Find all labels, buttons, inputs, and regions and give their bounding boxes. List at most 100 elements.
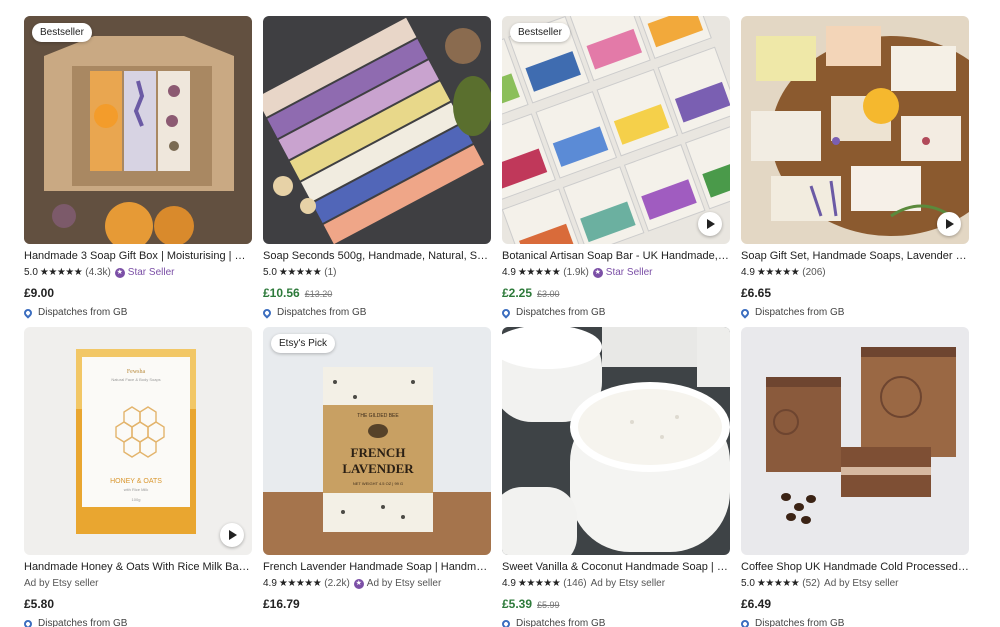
listing-image[interactable]: THE GILDED BEE FRENCH LAVENDER NET WEIGH…	[263, 327, 491, 555]
soap-label-weight: NET WEIGHT 4.5 OZ | 99 G	[353, 481, 403, 486]
star-rating-icon: ★★★★★	[756, 267, 800, 278]
listing-title[interactable]: French Lavender Handmade Soap | Handmad.…	[263, 560, 491, 574]
star-seller-label: Star Seller	[127, 267, 175, 278]
dispatch-info: Dispatches from GB	[500, 306, 730, 319]
listing-card[interactable]: Fewsha Natural Face & Body Soaps HONEY &…	[22, 327, 252, 627]
dispatch-info: Dispatches from GB	[261, 306, 491, 319]
listing-image[interactable]: Fewsha Natural Face & Body Soaps HONEY &…	[24, 327, 252, 555]
rating-value: 4.9	[263, 578, 277, 589]
listing-rating-row: 4.9 ★★★★★ (146) Ad by Etsy seller	[502, 577, 730, 590]
price-row: £5.80	[24, 597, 252, 611]
star-rating-icon: ★★★★★	[278, 267, 322, 278]
star-seller-icon: ★	[353, 578, 364, 589]
price: £9.00	[24, 286, 55, 300]
listing-title[interactable]: Coffee Shop UK Handmade Cold Processed S…	[741, 560, 969, 574]
listing-rating-row: 4.9 ★★★★★ (206)	[741, 266, 969, 279]
review-count: (2.2k)	[324, 578, 350, 589]
listing-card[interactable]: Coffee Shop UK Handmade Cold Processed S…	[739, 327, 969, 627]
location-pin-icon	[261, 306, 273, 319]
original-price: £3.00	[537, 289, 560, 299]
bestseller-badge: Bestseller	[32, 23, 92, 42]
price: £6.65	[741, 286, 772, 300]
listing-image[interactable]	[741, 327, 969, 555]
price: £6.49	[741, 597, 772, 611]
star-seller-badge: ★ Star Seller	[592, 266, 653, 279]
soap-label-name-2: LAVENDER	[342, 461, 414, 476]
review-count: (1)	[324, 267, 337, 278]
review-count: (146)	[563, 578, 587, 589]
dispatch-info: Dispatches from GB	[22, 617, 252, 627]
price: £16.79	[263, 597, 300, 611]
dispatch-info: Dispatches from GB	[739, 617, 969, 627]
location-pin-icon	[500, 306, 512, 319]
ad-label: Ad by Etsy seller	[366, 578, 442, 589]
listing-image[interactable]: Bestseller	[502, 16, 730, 244]
listing-title[interactable]: Botanical Artisan Soap Bar - UK Handmade…	[502, 249, 730, 263]
play-video-icon[interactable]	[698, 212, 722, 236]
listing-image[interactable]	[263, 16, 491, 244]
listing-image[interactable]	[741, 16, 969, 244]
listing-card[interactable]: Soap Gift Set, Handmade Soaps, Lavender …	[739, 16, 969, 319]
rating-value: 5.0	[741, 578, 755, 589]
dispatch-info: Dispatches from GB	[22, 306, 252, 319]
soap-label-name-1: FRENCH	[351, 445, 406, 460]
listing-title[interactable]: Soap Gift Set, Handmade Soaps, Lavender …	[741, 249, 969, 263]
price-row: £5.39 £5.99	[502, 597, 730, 611]
sale-price: £10.56	[263, 286, 300, 300]
location-pin-icon	[739, 306, 751, 319]
soap-label-brand: THE GILDED BEE	[357, 413, 399, 419]
ad-badge: ★ Ad by Etsy seller	[353, 577, 442, 590]
location-pin-icon	[22, 306, 34, 319]
rating-value: 5.0	[263, 267, 277, 278]
star-rating-icon: ★★★★★	[756, 578, 800, 589]
listing-rating-row: 5.0 ★★★★★ (4.3k) ★ Star Seller	[24, 266, 252, 279]
ad-row: Ad by Etsy seller	[24, 577, 252, 590]
review-count: (1.9k)	[563, 267, 589, 278]
listing-card[interactable]: Soap Seconds 500g, Handmade, Natural, Se…	[261, 16, 491, 319]
listing-title[interactable]: Soap Seconds 500g, Handmade, Natural, Se…	[263, 249, 491, 263]
star-seller-icon: ★	[114, 267, 125, 278]
price-row: £16.79	[263, 597, 491, 611]
listing-card[interactable]: Sweet Vanilla & Coconut Handmade Soap | …	[500, 327, 730, 627]
sale-price: £2.25	[502, 286, 533, 300]
dispatch-label: Dispatches from GB	[38, 307, 128, 318]
play-video-icon[interactable]	[220, 523, 244, 547]
dispatch-label: Dispatches from GB	[516, 307, 606, 318]
dispatch-label: Dispatches from GB	[755, 618, 845, 627]
soap-label-brand: Fewsha	[127, 369, 146, 375]
price: £5.80	[24, 597, 55, 611]
star-rating-icon: ★★★★★	[278, 578, 322, 589]
price-row: £9.00	[24, 286, 252, 300]
bestseller-badge: Bestseller	[510, 23, 570, 42]
star-seller-label: Star Seller	[605, 267, 653, 278]
rating-value: 4.9	[741, 267, 755, 278]
listing-rating-row: 5.0 ★★★★★ (1)	[263, 266, 491, 279]
listing-grid: Bestseller Handmade 3 Soap Gift Box | Mo…	[0, 0, 1000, 627]
location-pin-icon	[739, 617, 751, 627]
sale-price: £5.39	[502, 597, 533, 611]
original-price: £13.20	[304, 289, 333, 299]
dispatch-info: Dispatches from GB	[500, 617, 730, 627]
dispatch-label: Dispatches from GB	[755, 307, 845, 318]
listing-card[interactable]: Bestseller Botanical Artisan Soap Bar - …	[500, 16, 730, 319]
price-row: £6.65	[741, 286, 969, 300]
listing-card[interactable]: THE GILDED BEE FRENCH LAVENDER NET WEIGH…	[263, 327, 491, 611]
listing-title[interactable]: Sweet Vanilla & Coconut Handmade Soap | …	[502, 560, 730, 574]
listing-title[interactable]: Handmade 3 Soap Gift Box | Moisturising …	[24, 249, 252, 263]
location-pin-icon	[500, 617, 512, 627]
listing-title[interactable]: Handmade Honey & Oats With Rice Milk Bar…	[24, 560, 252, 574]
play-video-icon[interactable]	[937, 212, 961, 236]
rating-value: 4.9	[502, 267, 516, 278]
listing-rating-row: 4.9 ★★★★★ (1.9k) ★ Star Seller	[502, 266, 730, 279]
listing-image[interactable]	[502, 327, 730, 555]
location-pin-icon	[22, 617, 34, 627]
listing-image[interactable]: Bestseller	[24, 16, 252, 244]
listing-card[interactable]: Bestseller Handmade 3 Soap Gift Box | Mo…	[22, 16, 252, 319]
listing-rating-row: 5.0 ★★★★★ (52) Ad by Etsy seller	[741, 577, 969, 590]
rating-value: 5.0	[24, 267, 38, 278]
etsys-pick-badge: Etsy's Pick	[271, 334, 336, 353]
price-row: £6.49	[741, 597, 969, 611]
review-count: (4.3k)	[85, 267, 111, 278]
soap-label-name: HONEY & OATS	[110, 478, 162, 485]
price-row: £2.25 £3.00	[502, 286, 730, 300]
